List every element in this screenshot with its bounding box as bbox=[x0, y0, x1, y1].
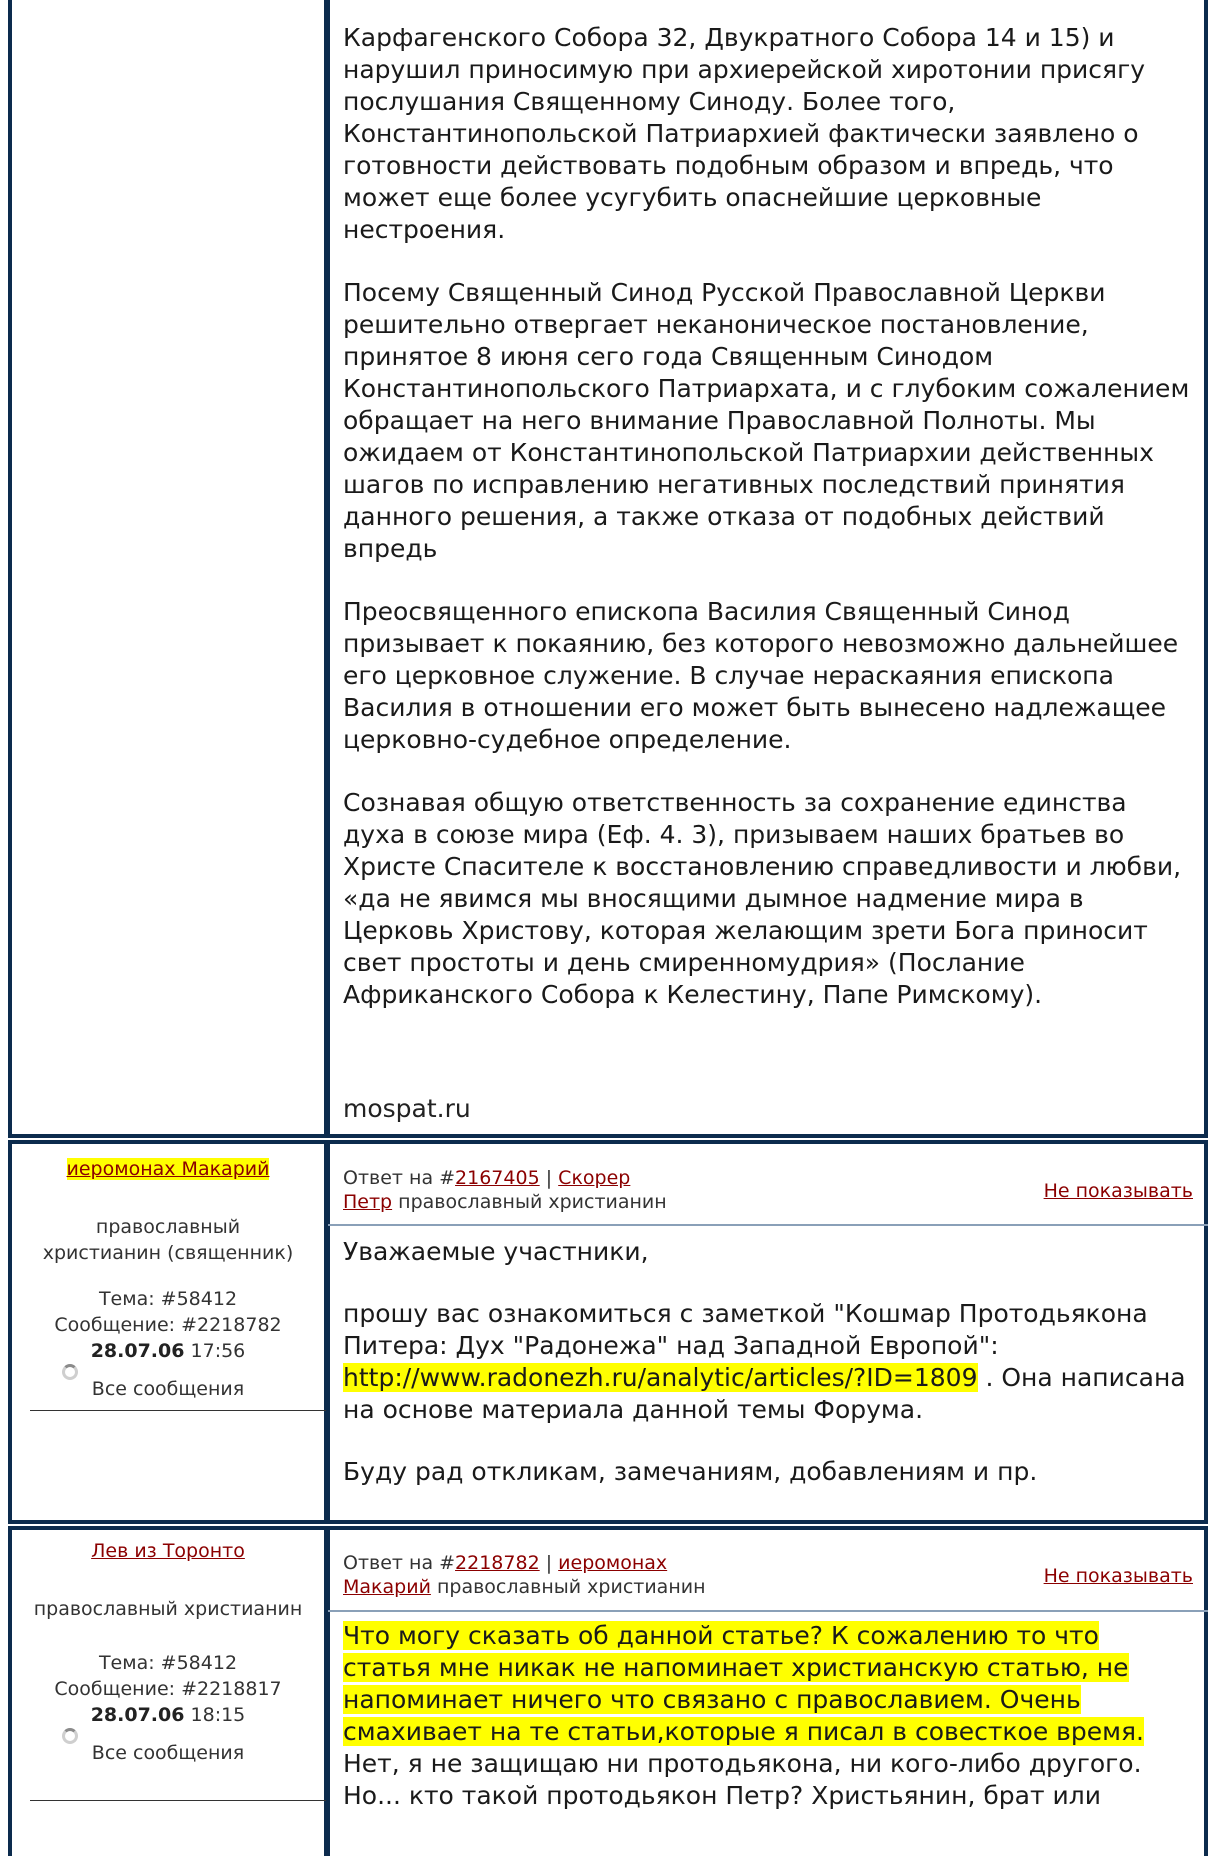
article-paragraph: Сознавая общую ответственность за сохран… bbox=[343, 788, 1182, 1009]
all-messages-row: Все сообщения bbox=[8, 1728, 328, 1764]
hide-post-link[interactable]: Не показывать bbox=[1044, 1565, 1193, 1587]
author-link[interactable]: иеромонах Макарий bbox=[66, 1158, 270, 1180]
author-link[interactable]: Лев из Торонто bbox=[91, 1540, 245, 1562]
topic-id: Тема: #58412 bbox=[98, 1288, 238, 1310]
header-divider bbox=[328, 1610, 1208, 1612]
article-url-link[interactable]: http://www.radonezh.ru/analytic/articles… bbox=[343, 1363, 978, 1392]
post-paragraph: прошу вас ознакомиться с заметкой "Кошма… bbox=[343, 1298, 1193, 1426]
topic-id: Тема: #58412 bbox=[98, 1652, 238, 1674]
all-messages-link[interactable]: Все сообщения bbox=[8, 1740, 328, 1766]
post-text: Нет, я не защищаю ни протодьякона, ни ко… bbox=[343, 1749, 1142, 1810]
article-body: Карфагенского Собора 32, Двукратного Соб… bbox=[343, 22, 1193, 1042]
post-meta: Тема: #58412 Сообщение: #2218782 28.07.0… bbox=[8, 1286, 328, 1364]
post-time: 17:56 bbox=[190, 1340, 246, 1362]
right-border bbox=[1204, 0, 1208, 1856]
reply-separator: | bbox=[545, 1552, 553, 1574]
post-text: прошу вас ознакомиться с заметкой "Кошма… bbox=[343, 1299, 1148, 1360]
author-role: православный христианин (священник) bbox=[42, 1216, 294, 1264]
author-role: православный христианин bbox=[33, 1598, 303, 1620]
post-author-panel: иеромонах Макарий православный христиани… bbox=[8, 1156, 328, 1400]
hide-post-link[interactable]: Не показывать bbox=[1044, 1180, 1193, 1202]
post-body: Что могу сказать об данной статье? К сож… bbox=[343, 1620, 1193, 1842]
message-id: Сообщение: #2218782 bbox=[54, 1314, 282, 1336]
reply-author-link[interactable]: иеромонах bbox=[558, 1552, 667, 1574]
post-datetime: 28.07.06 18:15 bbox=[8, 1702, 328, 1728]
post-date: 28.07.06 bbox=[90, 1704, 185, 1726]
author-panel-divider bbox=[30, 1800, 326, 1801]
article-source: mospat.ru bbox=[343, 1094, 471, 1123]
post-separator bbox=[8, 1134, 1208, 1144]
post-meta: Тема: #58412 Сообщение: #2218817 28.07.0… bbox=[8, 1650, 328, 1728]
post-paragraph: Уважаемые участники, bbox=[343, 1237, 649, 1266]
post-author-panel: Лев из Торонто православный христианин Т… bbox=[8, 1538, 328, 1764]
post-body: Уважаемые участники, прошу вас ознакомит… bbox=[343, 1236, 1193, 1518]
post-paragraph: Что могу сказать об данной статье? К сож… bbox=[343, 1620, 1193, 1812]
author-panel-divider bbox=[30, 1410, 326, 1411]
reply-separator: | bbox=[545, 1167, 553, 1189]
reply-author-link-2[interactable]: Макарий bbox=[343, 1576, 431, 1598]
post-datetime: 28.07.06 17:56 bbox=[8, 1338, 328, 1364]
all-messages-row: Все сообщения bbox=[8, 1364, 328, 1400]
article-paragraph: Преосвященного епископа Василия Священны… bbox=[343, 597, 1179, 754]
reply-prefix: Ответ на # bbox=[343, 1552, 456, 1574]
reply-author-link[interactable]: Скорер bbox=[558, 1167, 630, 1189]
reply-message-link[interactable]: 2167405 bbox=[455, 1167, 540, 1189]
reply-message-link[interactable]: 2218782 bbox=[455, 1552, 540, 1574]
highlighted-text: Что могу сказать об данной статье? К сож… bbox=[343, 1621, 1144, 1746]
hide-post-action: Не показывать bbox=[1044, 1565, 1193, 1587]
article-paragraph: Посему Священный Синод Русской Православ… bbox=[343, 278, 1190, 563]
post-paragraph: Буду рад откликам, замечаниям, добавлени… bbox=[343, 1457, 1038, 1486]
reply-author-link-2[interactable]: Петр bbox=[343, 1191, 392, 1213]
all-messages-link[interactable]: Все сообщения bbox=[8, 1376, 328, 1402]
post-separator bbox=[8, 1520, 1208, 1530]
reply-author-role: православный христианин bbox=[398, 1191, 667, 1213]
hide-post-action: Не показывать bbox=[1044, 1180, 1193, 1202]
post-date: 28.07.06 bbox=[90, 1340, 185, 1362]
article-paragraph: Карфагенского Собора 32, Двукратного Соб… bbox=[343, 23, 1146, 244]
post-time: 18:15 bbox=[190, 1704, 246, 1726]
reply-author-role: православный христианин bbox=[436, 1576, 706, 1598]
message-id: Сообщение: #2218817 bbox=[54, 1678, 282, 1700]
forum-page: Карфагенского Собора 32, Двукратного Соб… bbox=[8, 0, 1208, 1856]
header-divider bbox=[328, 1224, 1208, 1226]
reply-prefix: Ответ на # bbox=[343, 1167, 456, 1189]
